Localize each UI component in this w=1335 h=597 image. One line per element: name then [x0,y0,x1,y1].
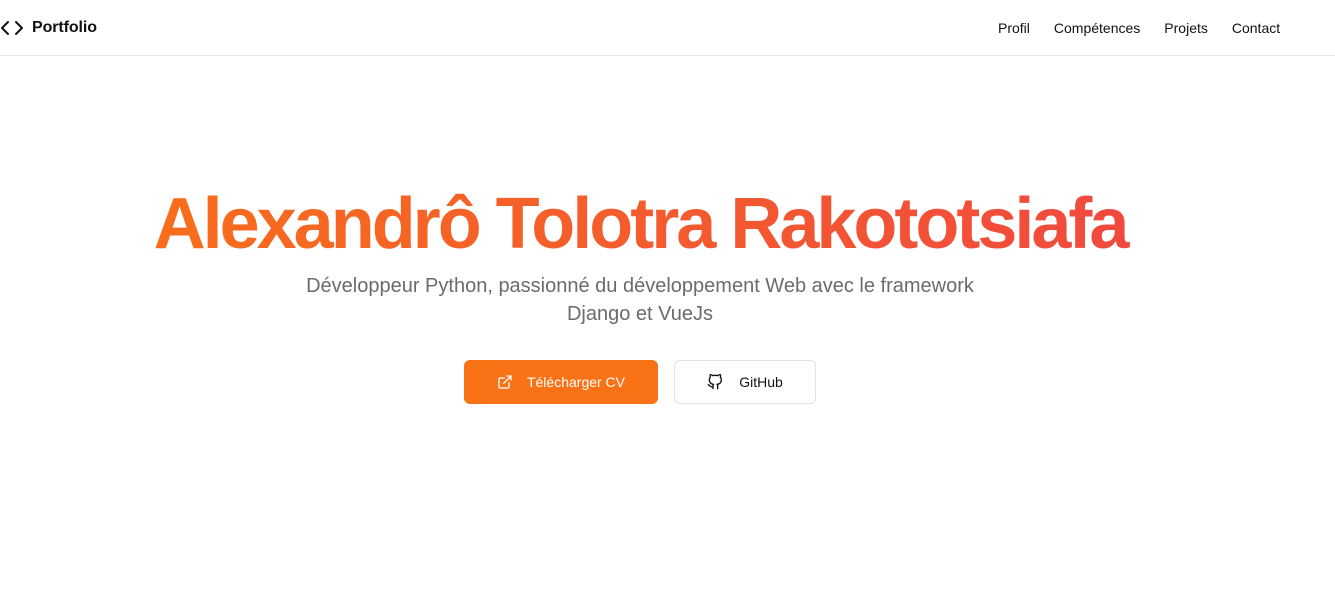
github-label: GitHub [739,374,783,390]
github-button[interactable]: GitHub [674,360,816,404]
nav-link-competences[interactable]: Compétences [1054,20,1140,36]
navbar: Portfolio Profil Compétences Projets Con… [0,0,1335,56]
nav-link-profil[interactable]: Profil [998,20,1030,36]
brand-label: Portfolio [32,18,97,36]
nav-link-projets[interactable]: Projets [1164,20,1208,36]
nav-link-contact[interactable]: Contact [1232,20,1280,36]
external-link-icon [498,375,512,389]
download-cv-label: Télécharger CV [526,374,626,390]
hero-title: Alexandrô Tolotra Rakototsiafa [0,182,1280,266]
github-icon [707,374,723,390]
nav-links: Profil Compétences Projets Contact [998,0,1304,55]
cta-row: Télécharger CV GitHub [464,360,816,404]
code-brackets-icon [1,20,23,35]
hero-section: Alexandrô Tolotra Rakototsiafa Développe… [0,56,1335,597]
brand-link[interactable]: Portfolio [0,0,97,55]
download-cv-button[interactable]: Télécharger CV [464,360,658,404]
hero-subtitle: Développeur Python, passionné du dévelop… [306,275,974,325]
